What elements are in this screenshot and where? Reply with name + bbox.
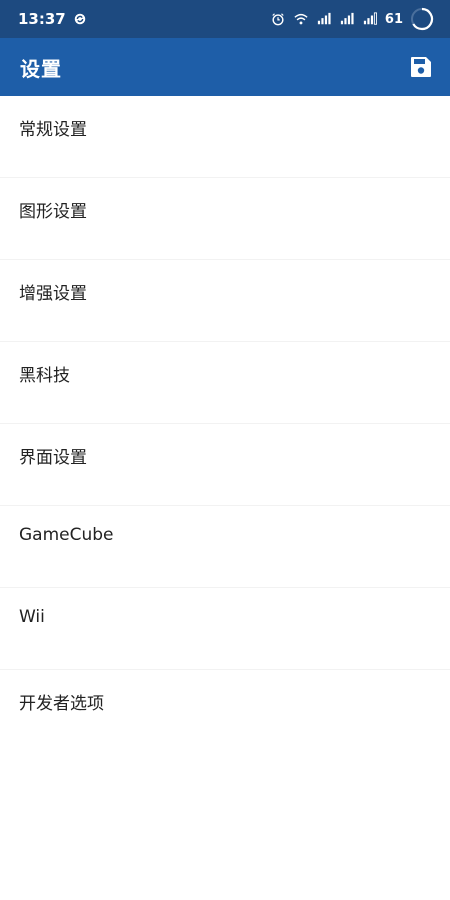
setting-item-gamecube[interactable]: GameCube bbox=[0, 506, 450, 588]
save-icon bbox=[411, 57, 431, 77]
setting-item-hacks[interactable]: 黑科技 bbox=[0, 342, 450, 424]
sync-icon bbox=[72, 12, 88, 26]
setting-item-developer[interactable]: 开发者选项 bbox=[0, 670, 450, 752]
alarm-icon bbox=[270, 12, 286, 26]
setting-item-graphics[interactable]: 图形设置 bbox=[0, 178, 450, 260]
setting-item-label: 图形设置 bbox=[19, 202, 87, 222]
wifi-icon bbox=[293, 12, 309, 26]
page-title: 设置 bbox=[20, 56, 62, 81]
setting-item-label: 开发者选项 bbox=[19, 694, 104, 714]
status-bar: 13:37 61 bbox=[0, 0, 450, 38]
setting-item-label: Wii bbox=[19, 607, 45, 627]
save-button[interactable] bbox=[408, 54, 434, 80]
setting-item-interface[interactable]: 界面设置 bbox=[0, 424, 450, 506]
setting-item-label: 界面设置 bbox=[19, 448, 87, 468]
setting-item-enhancements[interactable]: 增强设置 bbox=[0, 260, 450, 342]
status-time: 13:37 bbox=[18, 10, 66, 28]
setting-item-label: 增强设置 bbox=[19, 284, 87, 304]
status-right: 61 bbox=[270, 7, 434, 31]
setting-item-label: GameCube bbox=[19, 525, 114, 545]
signal-icon bbox=[316, 12, 332, 26]
setting-item-general[interactable]: 常规设置 bbox=[0, 96, 450, 178]
signal-icon bbox=[339, 12, 355, 26]
battery-ring-icon bbox=[410, 7, 434, 31]
battery-level: 61 bbox=[384, 11, 403, 27]
app-bar: 设置 bbox=[0, 38, 450, 96]
setting-item-label: 黑科技 bbox=[19, 366, 70, 386]
settings-list: 常规设置 图形设置 增强设置 黑科技 界面设置 GameCube Wii 开发者… bbox=[0, 96, 450, 752]
setting-item-wii[interactable]: Wii bbox=[0, 588, 450, 670]
hd-signal-icon bbox=[362, 12, 378, 26]
setting-item-label: 常规设置 bbox=[19, 120, 87, 140]
status-left: 13:37 bbox=[18, 10, 88, 28]
